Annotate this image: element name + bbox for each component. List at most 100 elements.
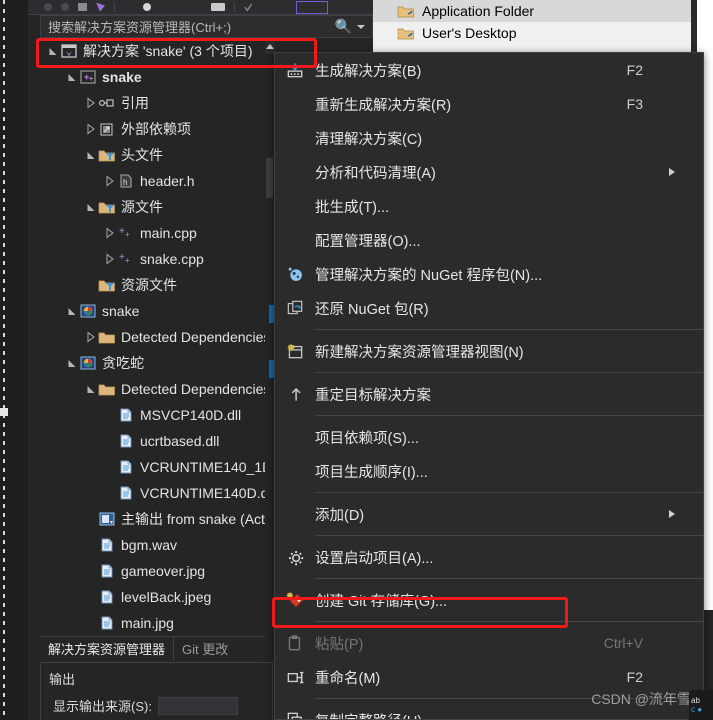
menu-item-label: 配置管理器(O)...	[315, 233, 421, 250]
chevron-down-icon[interactable]	[65, 357, 79, 369]
chevron-right-icon[interactable]	[84, 123, 98, 135]
menu-item[interactable]: 新建解决方案资源管理器视图(N)	[275, 334, 703, 368]
search-input-text[interactable]: 搜索解决方案资源管理器(Ctrl+;)	[41, 17, 335, 36]
external-deps-icon	[98, 121, 116, 137]
search-input[interactable]: 搜索解决方案资源管理器(Ctrl+;) 🔍	[40, 15, 373, 38]
setup-project-icon	[79, 355, 97, 371]
tree-item-label: Detected Dependencies	[121, 381, 271, 397]
search-icon[interactable]: 🔍	[335, 18, 354, 35]
tree-item[interactable]: ucrtbased.dll	[40, 428, 273, 454]
bottom-tab-strip[interactable]: 解决方案资源管理器 Git 更改	[40, 636, 273, 661]
tree-item[interactable]: 源文件	[40, 194, 273, 220]
solution-context-menu[interactable]: 生成解决方案(B) F2 重新生成解决方案(R) F3 清理解决方案(C) 分析和代码清理…	[274, 52, 704, 720]
chevron-down-icon[interactable]	[46, 45, 60, 57]
chevron-down-icon[interactable]	[84, 201, 98, 213]
tree-item[interactable]: 资源文件	[40, 272, 273, 298]
collapse-all-icon[interactable]	[211, 3, 225, 11]
menu-item[interactable]: 重定目标解决方案	[275, 377, 703, 411]
menu-item[interactable]: 添加(D)	[275, 497, 703, 531]
menu-item[interactable]: 项目生成顺序(I)...	[275, 454, 703, 488]
chevron-right-icon[interactable]	[84, 97, 98, 109]
tree-item[interactable]: Detected Dependencies	[40, 376, 273, 402]
tree-item[interactable]: + + snake	[40, 64, 273, 90]
menu-separator	[315, 578, 703, 579]
tree-scrollbar[interactable]	[265, 38, 274, 638]
tree-item[interactable]: h header.h	[40, 168, 273, 194]
toolbar-separator-2	[234, 2, 235, 12]
menu-item[interactable]: 设置启动项目(A)...	[275, 540, 703, 574]
menu-item[interactable]: 生成解决方案(B) F2	[275, 53, 703, 87]
tree-item[interactable]: 解决方案 'snake' (3 个项目)	[40, 38, 273, 64]
tree-item[interactable]: 头文件	[40, 142, 273, 168]
background-folder-row[interactable]: Application Folder	[373, 0, 713, 22]
chevron-right-icon[interactable]	[84, 331, 98, 343]
tree-item[interactable]: snake	[40, 298, 273, 324]
tree-item[interactable]: 引用	[40, 90, 273, 116]
output-source-label: 显示输出来源(S):	[53, 699, 152, 714]
tree-item[interactable]: bgm.wav	[40, 532, 273, 558]
solution-explorer-toolbar[interactable]	[28, 0, 373, 15]
new-view-icon	[275, 334, 315, 368]
background-folder-label: Application Folder	[422, 3, 535, 19]
tree-item-label: MSVCP140D.dll	[140, 407, 242, 423]
cpp-file-icon: + +	[117, 251, 135, 267]
tree-item[interactable]: main.jpg	[40, 610, 273, 636]
menu-item[interactable]: 重新生成解决方案(R) F3	[275, 87, 703, 121]
tree-item[interactable]: VCRUNTIME140D.dll	[40, 480, 273, 506]
tree-item[interactable]: gameover.jpg	[40, 558, 273, 584]
solution-explorer-tree[interactable]: 解决方案 'snake' (3 个项目) + + snake 引用 外部依赖项 头文件 h he…	[40, 38, 273, 638]
screenshot-root: Application Folder User's Desktop 搜索解决方案资…	[0, 0, 713, 720]
menu-item-no-icon	[275, 420, 315, 454]
menu-item[interactable]: 还原 NuGet 包(R)	[275, 291, 703, 325]
folder-icon	[98, 329, 116, 345]
bottom-tab[interactable]: 解决方案资源管理器	[40, 636, 175, 661]
menu-item[interactable]: 管理解决方案的 NuGet 程序包(N)...	[275, 257, 703, 291]
tree-item[interactable]: MSVCP140D.dll	[40, 402, 273, 428]
output-pane: 输出 显示输出来源(S):	[40, 662, 273, 720]
chevron-right-icon[interactable]	[103, 253, 117, 265]
back-arrow-icon[interactable]	[44, 3, 52, 11]
tree-item[interactable]: + + snake.cpp	[40, 246, 273, 272]
menu-item[interactable]: 创建 Git 存储库(G)...	[275, 583, 703, 617]
menu-item[interactable]: 项目依赖项(S)...	[275, 420, 703, 454]
chevron-right-icon[interactable]	[103, 175, 117, 187]
tree-item[interactable]: + + main.cpp	[40, 220, 273, 246]
tree-item[interactable]: Detected Dependencies	[40, 324, 273, 350]
tree-item-label: gameover.jpg	[121, 563, 206, 579]
menu-item[interactable]: 配置管理器(O)...	[275, 223, 703, 257]
checkmark-icon[interactable]	[244, 3, 252, 12]
tree-item-label: 解决方案 'snake' (3 个项目)	[83, 43, 253, 59]
tree-item[interactable]: 主输出 from snake (Active)	[40, 506, 273, 532]
chevron-down-icon[interactable]	[84, 383, 98, 395]
bottom-tab[interactable]: Git 更改	[174, 637, 236, 661]
properties-icon[interactable]	[78, 3, 87, 11]
tree-item[interactable]: VCRUNTIME140_1D.dll	[40, 454, 273, 480]
paste-icon	[275, 626, 315, 660]
menu-item[interactable]: 批生成(T)...	[275, 189, 703, 223]
filter-icon[interactable]	[96, 2, 105, 12]
chevron-down-icon[interactable]	[357, 24, 365, 29]
background-folder-row[interactable]: User's Desktop	[373, 22, 713, 44]
chevron-right-icon[interactable]	[103, 227, 117, 239]
tree-scrollbar-thumb[interactable]	[266, 158, 273, 198]
tree-item-label: VCRUNTIME140D.dll	[140, 485, 273, 501]
chevron-down-icon[interactable]	[65, 71, 79, 83]
refresh-icon[interactable]	[143, 3, 151, 11]
tree-item[interactable]: 外部依赖项	[40, 116, 273, 142]
menu-item-label: 重定目标解决方案	[315, 387, 431, 404]
menu-item[interactable]: 清理解决方案(C)	[275, 121, 703, 155]
forward-arrow-icon[interactable]	[61, 3, 69, 11]
tree-item[interactable]: 贪吃蛇	[40, 350, 273, 376]
nuget-icon	[275, 257, 315, 291]
chevron-down-icon[interactable]	[84, 149, 98, 161]
chevron-down-icon[interactable]	[65, 305, 79, 317]
menu-item-no-icon	[275, 223, 315, 257]
menu-item-label: 分析和代码清理(A)	[315, 165, 436, 182]
tree-item[interactable]: levelBack.jpeg	[40, 584, 273, 610]
output-source-select[interactable]	[157, 696, 238, 715]
file-icon	[98, 537, 116, 553]
focus-box[interactable]	[296, 0, 328, 14]
menu-item-shortcut: Ctrl+V	[603, 635, 643, 651]
menu-separator	[315, 329, 703, 330]
menu-item[interactable]: 分析和代码清理(A)	[275, 155, 703, 189]
